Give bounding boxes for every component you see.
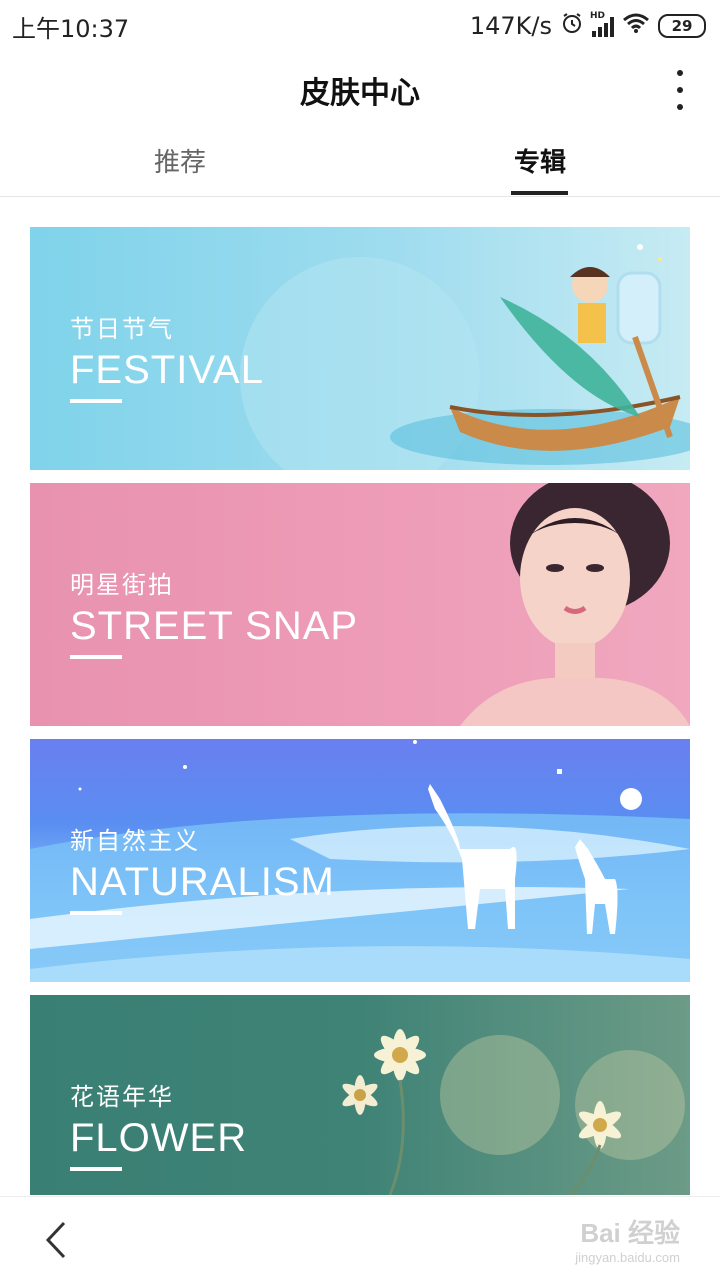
status-icons: 147K/s HD 29 xyxy=(470,11,706,41)
battery-icon: 29 xyxy=(658,14,706,38)
network-speed: 147K/s xyxy=(469,12,552,40)
bottom-nav-bar: Bai 经验 jingyan.baidu.com xyxy=(0,1196,720,1281)
watermark-main: Bai 经验 xyxy=(580,1218,680,1248)
status-time: 上午10:37 xyxy=(12,14,130,43)
watermark: Bai 经验 jingyan.baidu.com xyxy=(575,1213,680,1265)
banner-underline xyxy=(70,1167,122,1171)
alarm-icon xyxy=(560,11,584,41)
banner-title-en: NATURALISM xyxy=(70,860,335,904)
banner-flower[interactable]: 花语年华 FLOWER xyxy=(30,995,690,1195)
banner-street-snap[interactable]: 明星街拍 STREET SNAP xyxy=(30,483,690,726)
banner-festival[interactable]: 节日节气 FESTIVAL xyxy=(30,227,690,470)
tab-recommend[interactable]: 推荐 xyxy=(90,132,270,196)
title-bar: 皮肤中心 xyxy=(0,56,720,124)
tab-bar: 推荐 专辑 xyxy=(0,132,720,197)
page-title: 皮肤中心 xyxy=(300,76,420,111)
banner-title-cn: 新自然主义 xyxy=(70,827,200,855)
more-icon[interactable] xyxy=(670,70,690,110)
watermark-sub: jingyan.baidu.com xyxy=(575,1250,680,1265)
banner-title-cn: 明星街拍 xyxy=(70,571,174,599)
wifi-icon xyxy=(622,12,650,40)
banner-naturalism[interactable]: 新自然主义 NATURALISM xyxy=(30,739,690,982)
banner-underline xyxy=(70,911,122,915)
status-bar: 上午10:37 147K/s HD 29 xyxy=(0,0,720,52)
active-tab-indicator xyxy=(511,191,568,195)
banner-title-en: FESTIVAL xyxy=(70,348,264,392)
banner-title-cn: 花语年华 xyxy=(70,1083,174,1111)
signal-icon: HD xyxy=(590,11,614,37)
banner-underline xyxy=(70,399,122,403)
banner-underline xyxy=(70,655,122,659)
banner-title-en: FLOWER xyxy=(70,1116,248,1160)
hd-label: HD xyxy=(590,11,606,21)
back-icon[interactable] xyxy=(36,1217,76,1263)
banner-title-cn: 节日节气 xyxy=(70,315,174,343)
tab-album[interactable]: 专辑 xyxy=(450,132,630,196)
banner-title-en: STREET SNAP xyxy=(70,604,359,648)
